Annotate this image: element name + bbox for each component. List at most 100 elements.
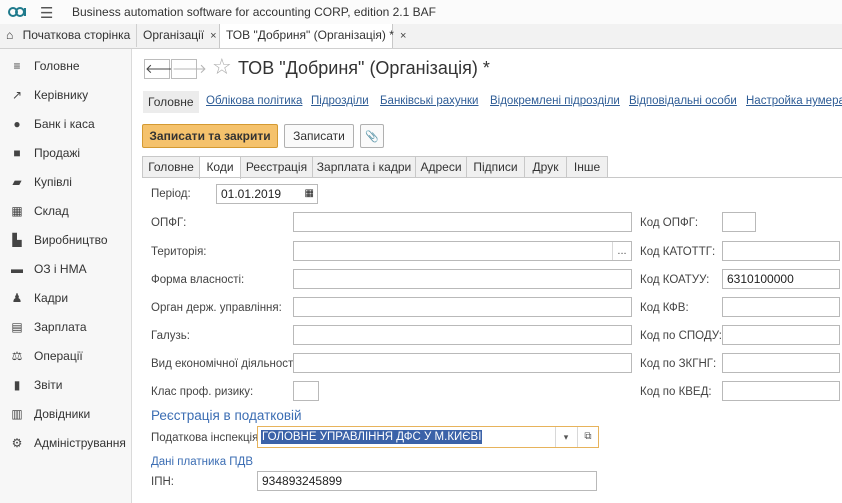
period-input[interactable]: 01.01.2019 ▦ [216,184,318,204]
sidebar-item-reports[interactable]: ▮ Звіти [0,371,131,400]
zkgng-code-input[interactable] [722,353,840,373]
kfv-code-label: Код КФВ: [640,302,689,314]
sidebar-item-warehouse[interactable]: ▦ Склад [0,197,131,226]
open-form-icon[interactable]: ⧉ [577,427,598,447]
tab-registration[interactable]: Реєстрація [240,156,313,178]
territory-input[interactable]: ... [293,241,632,261]
sidebar-item-hr[interactable]: ♟ Кадри [0,284,131,313]
opfg-code-label: Код ОПФГ: [640,217,699,229]
sidebar-item-production[interactable]: ▙ Виробництво [0,226,131,255]
tab-main[interactable]: Головне [142,156,200,178]
kved-code-label: Код по КВЕД: [640,386,712,398]
favorite-star-icon[interactable]: ☆ [212,54,232,80]
ownership-form-label: Форма власності: [151,274,245,286]
sidebar-item-directories[interactable]: ▥ Довідники [0,400,131,429]
sidebar-item-manager[interactable]: ↗ Керівнику [0,81,131,110]
sidebar-item-label: Керівнику [34,88,89,102]
person-icon: ♟ [11,291,23,305]
vat-payer-title: Дані платника ПДВ [151,456,254,468]
warehouse-icon: ▦ [11,204,23,218]
sidebar-item-label: Кадри [34,291,69,305]
sidebar: ≡ Головне ↗ Керівнику ● Банк і каса ■ Продаж… [0,49,132,503]
tab-label: Організації [143,28,205,42]
opfg-code-input[interactable] [722,212,756,232]
chevron-down-icon[interactable]: ▾ [555,427,576,447]
risk-class-input[interactable] [293,381,319,401]
save-button[interactable]: Записати [284,124,354,148]
save-and-close-button[interactable]: Записати та закрити [142,124,278,148]
economic-activity-input[interactable] [293,353,632,373]
sidebar-item-label: Купівлі [34,175,72,189]
back-button[interactable]: 🡐 [144,59,180,79]
truck-icon: ▬ [11,262,23,276]
sidebar-item-operations[interactable]: ⚖ Операції [0,342,131,371]
territory-label: Територія: [151,246,207,258]
kved-code-input[interactable] [722,381,840,401]
koatuu-code-input[interactable]: 6310100000 [722,269,840,289]
state-authority-label: Орган держ. управління: [151,302,282,314]
sidebar-item-label: Звіти [34,378,63,392]
period-value: 01.01.2019 [221,187,282,201]
link-departments[interactable]: Підрозділи [311,95,369,107]
sidebar-item-label: Виробництво [34,233,108,247]
hamburger-icon[interactable]: ☰ [40,4,53,22]
window-tab-bar: ⌂ Початкова сторінка Організації × ТОВ "Д… [0,24,842,49]
sidebar-item-salary[interactable]: ▤ Зарплата [0,313,131,342]
industry-input[interactable] [293,325,632,345]
forward-button[interactable]: 🡒 [171,59,207,79]
tab-salary-hr[interactable]: Зарплата і кадри [312,156,416,178]
link-accounting-policy[interactable]: Облікова політика [206,95,302,107]
home-icon: ⌂ [6,28,14,42]
attach-file-button[interactable]: 📎 [360,124,384,148]
katottg-code-label: Код КАТОТТГ: [640,246,716,258]
tab-other[interactable]: Інше [566,156,608,178]
link-numbering-settings[interactable]: Настройка нумерації [746,95,842,107]
close-icon[interactable]: × [210,30,216,42]
tab-signatures[interactable]: Підписи [466,156,525,178]
gear-icon: ⚙ [11,436,23,450]
paperclip-icon: 📎 [365,131,379,143]
tab-label: Початкова сторінка [22,28,131,42]
kfv-code-input[interactable] [722,297,840,317]
sidebar-item-administration[interactable]: ⚙ Адміністрування [0,429,131,458]
tab-codes[interactable]: Коди [199,156,241,179]
ipn-input[interactable]: 934893245899 [257,471,597,491]
1c-logo-icon[interactable] [8,5,30,19]
link-separate-units[interactable]: Відокремлені підрозділи [490,95,620,107]
opfg-input[interactable] [293,212,632,232]
tab-organizations[interactable]: Організації × [137,24,225,47]
tab-home[interactable]: ⌂ Початкова сторінка [0,24,137,47]
tax-inspection-select[interactable]: ГОЛОВНЕ УПРАВЛІННЯ ДФС У М.КИЄВІ ▾ ⧉ [257,426,599,448]
risk-class-label: Клас проф. ризику: [151,386,254,398]
link-bank-accounts[interactable]: Банківські рахунки [380,95,478,107]
sidebar-item-bank[interactable]: ● Банк і каса [0,110,131,139]
ownership-form-input[interactable] [293,269,632,289]
link-main-current[interactable]: Головне [143,91,199,113]
sidebar-item-fixed-assets[interactable]: ▬ ОЗ і НМА [0,255,131,284]
sidebar-item-label: Операції [34,349,83,363]
economic-activity-label: Вид економічної діяльності: [151,358,299,370]
sidebar-item-label: Довідники [34,407,91,421]
link-responsible-persons[interactable]: Відповідальні особи [629,95,737,107]
sidebar-item-purchases[interactable]: ▰ Купівлі [0,168,131,197]
calendar-icon[interactable]: ▦ [305,185,314,203]
spodu-code-input[interactable] [722,325,840,345]
state-authority-input[interactable] [293,297,632,317]
sidebar-item-main[interactable]: ≡ Головне [0,52,131,81]
tab-print[interactable]: Друк [524,156,567,178]
sidebar-item-label: Продажі [34,146,81,160]
territory-select-button[interactable]: ... [612,242,631,260]
cart-icon: ▰ [12,175,22,189]
industry-label: Галузь: [151,330,190,342]
katottg-code-input[interactable] [722,241,840,261]
factory-icon: ▙ [12,233,22,247]
close-icon[interactable]: × [400,30,406,42]
sidebar-item-label: Банк і каса [34,117,95,131]
bar-chart-icon: ▮ [13,378,21,392]
menu-icon: ≡ [13,59,21,73]
sidebar-item-sales[interactable]: ■ Продажі [0,139,131,168]
zkgng-code-label: Код по ЗКГНГ: [640,358,717,370]
tab-organization-form[interactable]: ТОВ "Добриня" (Організація) * × [219,24,406,48]
sidebar-item-label: Головне [34,59,80,73]
tab-addresses[interactable]: Адреси [415,156,467,178]
